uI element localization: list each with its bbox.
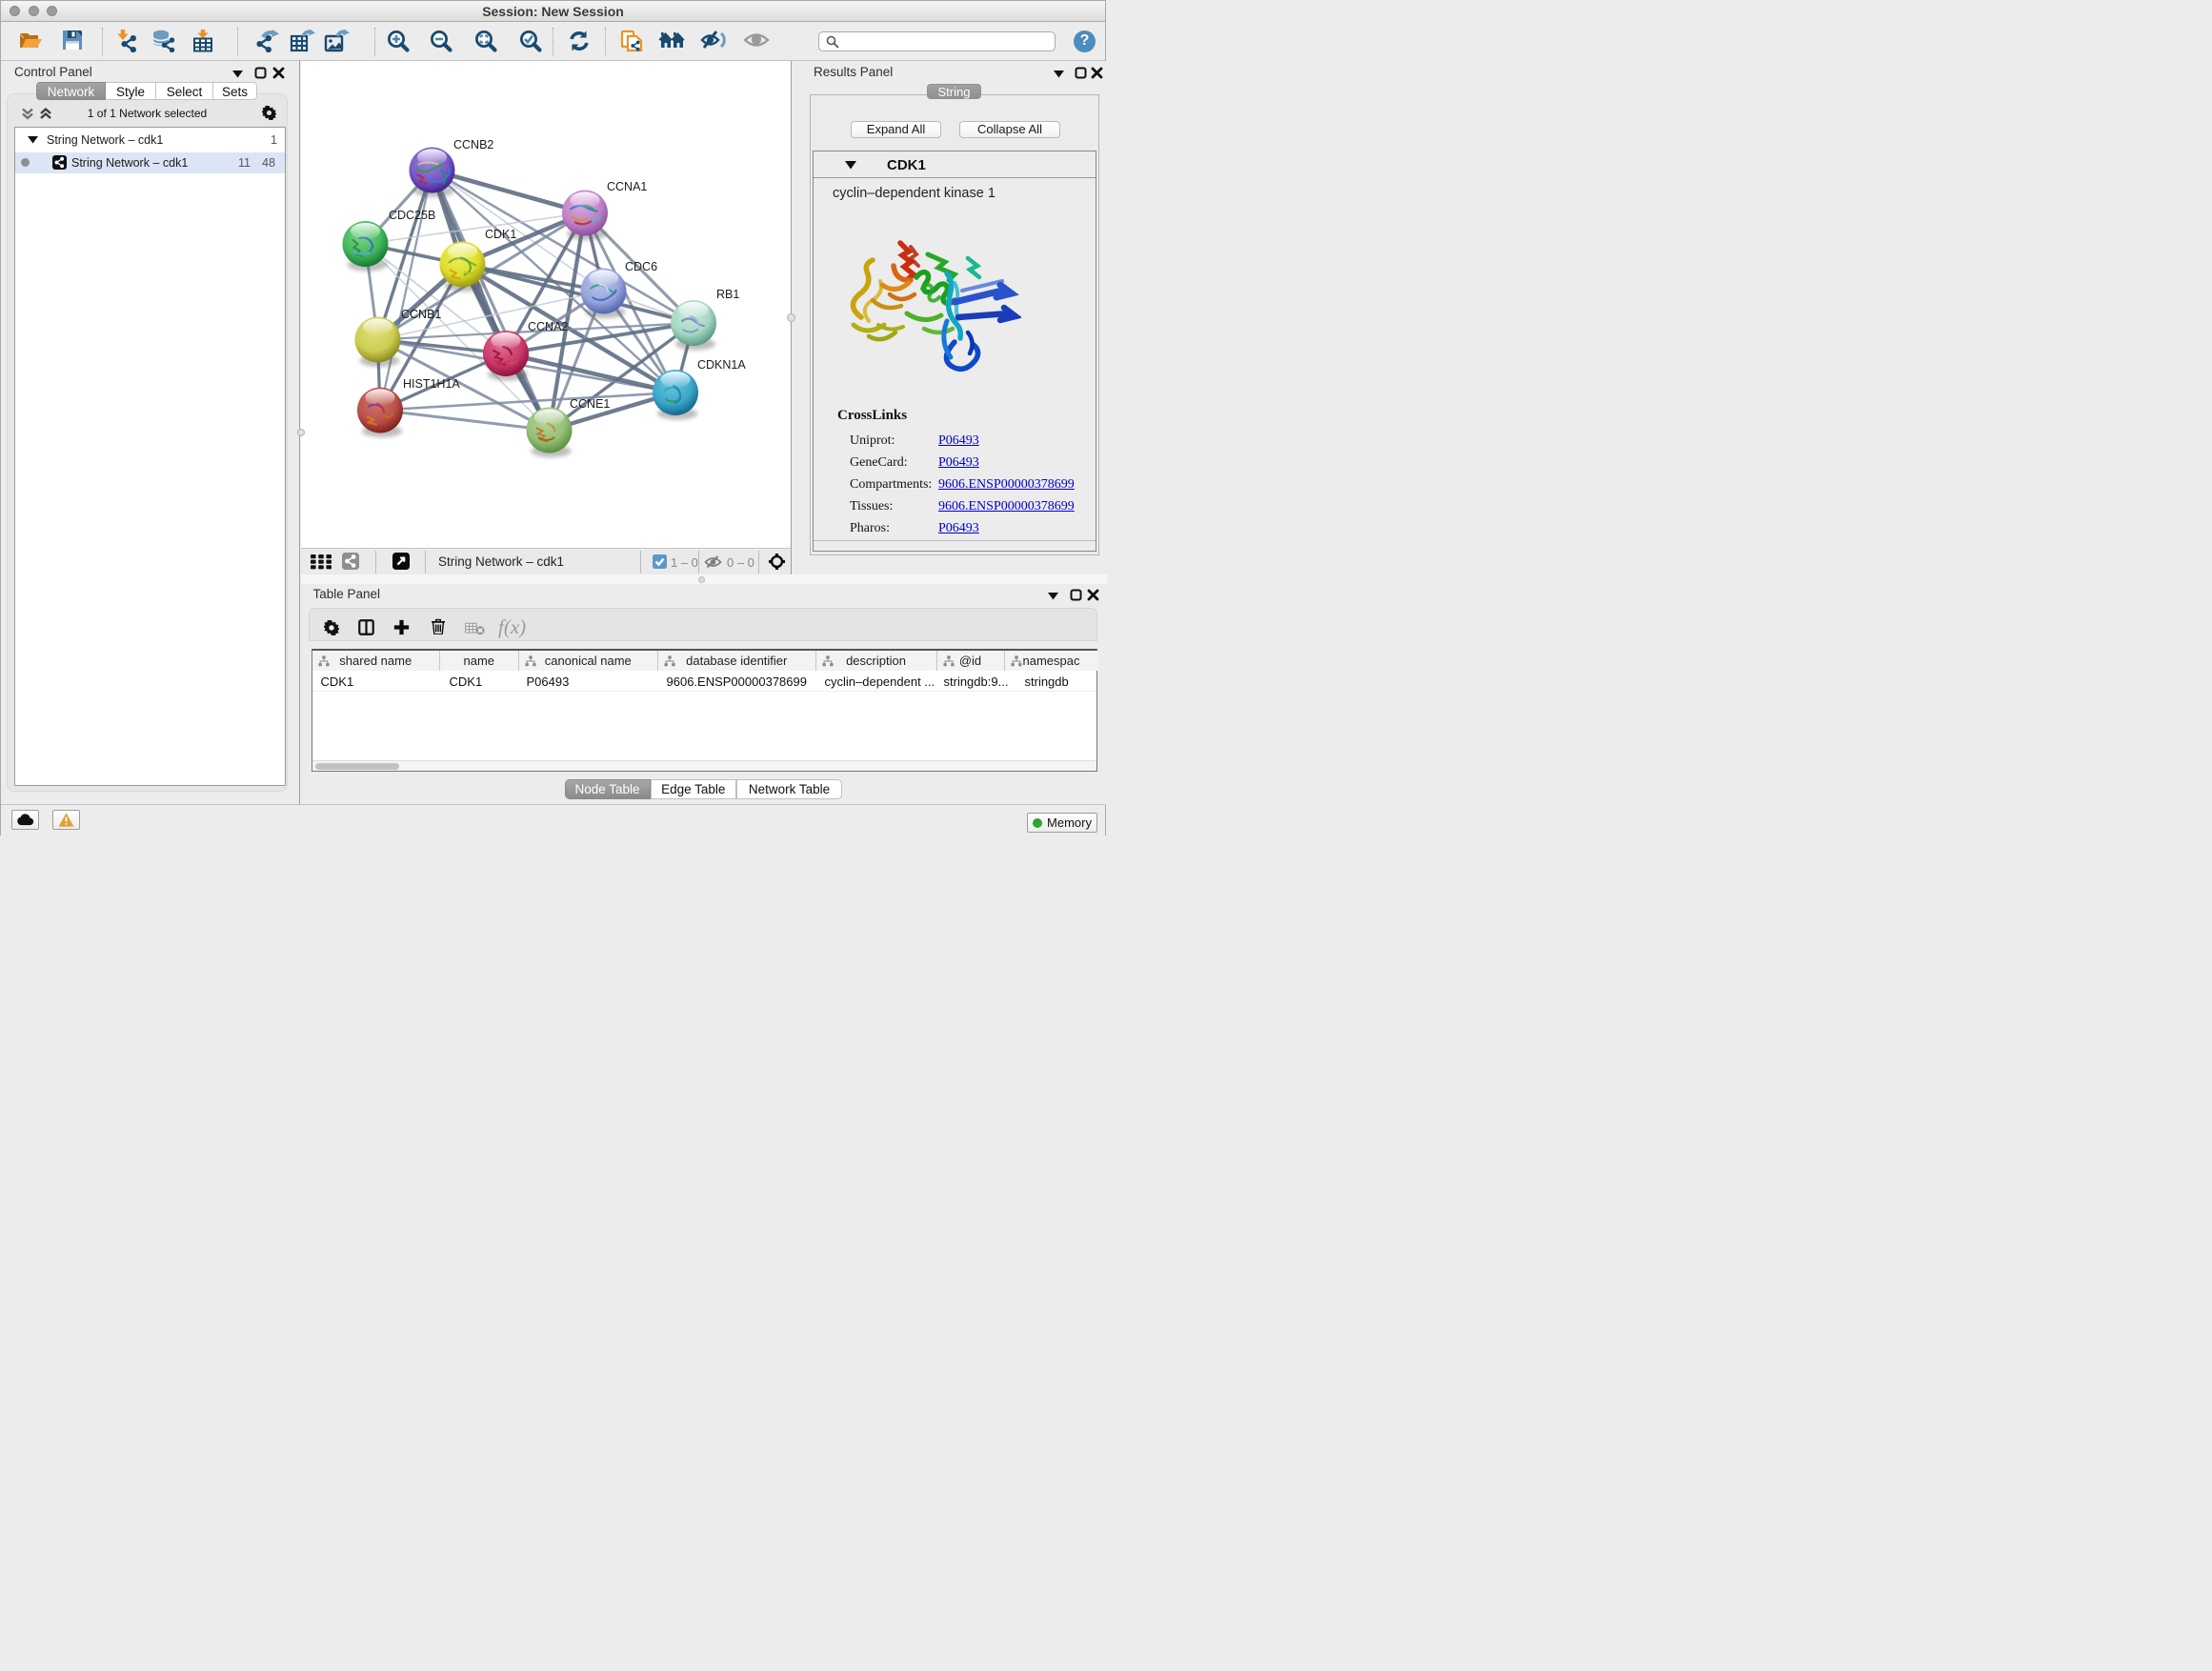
- svg-text:CCNB2: CCNB2: [453, 138, 493, 151]
- svg-text:CCNB1: CCNB1: [401, 308, 441, 321]
- svg-text:CCNE1: CCNE1: [570, 397, 610, 411]
- svg-text:CDC25B: CDC25B: [389, 209, 435, 222]
- svg-text:CCNA2: CCNA2: [528, 320, 568, 333]
- svg-text:CDC6: CDC6: [625, 260, 657, 273]
- svg-text:CCNA1: CCNA1: [607, 180, 647, 193]
- svg-text:CDKN1A: CDKN1A: [697, 358, 746, 372]
- svg-text:RB1: RB1: [716, 288, 739, 301]
- svg-text:CDK1: CDK1: [485, 228, 516, 241]
- svg-text:HIST1H1A: HIST1H1A: [403, 377, 460, 391]
